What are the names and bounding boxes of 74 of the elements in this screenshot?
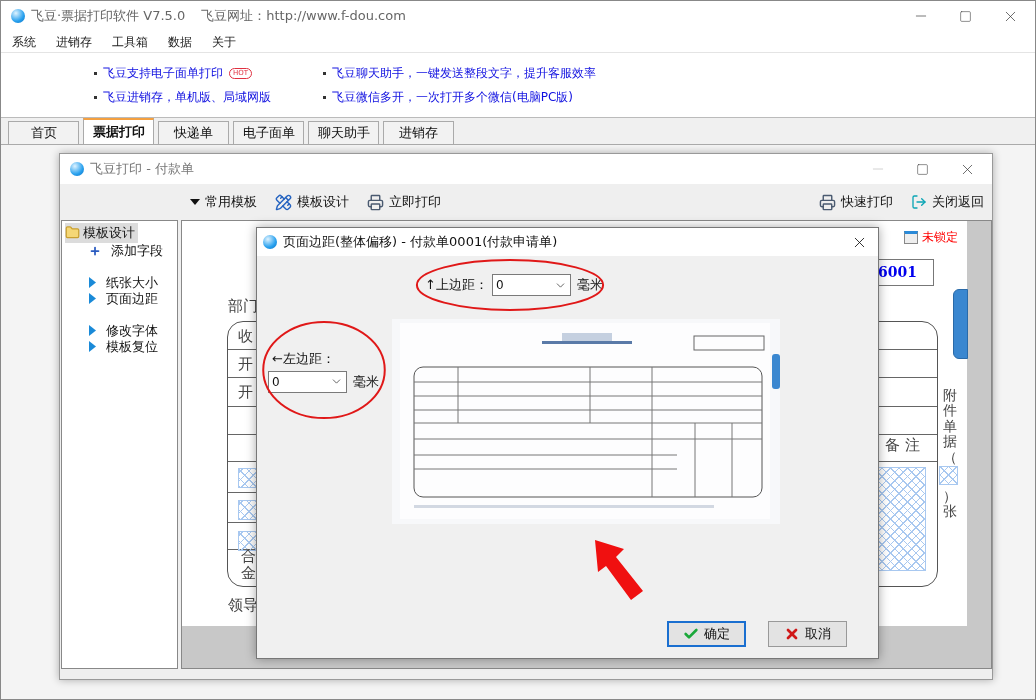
row-label: 收 xyxy=(238,326,253,347)
toolbar-button[interactable]: 立即打印 xyxy=(363,192,445,212)
promo-link[interactable]: 飞豆进销存，单机版、局域网版 xyxy=(103,88,271,106)
tab[interactable]: 快递单 xyxy=(158,121,229,144)
tree-item[interactable]: 页面边距 xyxy=(65,290,177,307)
plus-icon xyxy=(89,244,101,257)
ok-button[interactable]: 确定 xyxy=(667,621,746,647)
lock-status: 未锁定 xyxy=(922,229,958,246)
tab[interactable]: 票据打印 xyxy=(83,118,154,144)
tree-item[interactable]: 添加字段 xyxy=(65,242,177,259)
app-icon xyxy=(70,162,84,176)
hatched-field xyxy=(939,466,958,485)
field-label: 领导 xyxy=(228,595,258,616)
tab[interactable]: 聊天助手 xyxy=(308,121,379,144)
cross-icon xyxy=(784,626,800,642)
field-label: ←左边距： xyxy=(272,351,335,366)
window-icon xyxy=(904,230,918,244)
printer-icon xyxy=(819,193,836,211)
left-margin-select[interactable]: 0 xyxy=(268,370,347,393)
toolbar-button[interactable]: 关闭返回 xyxy=(907,192,988,212)
tree-item[interactable]: 模板复位 xyxy=(65,338,177,355)
attachment-label: 附件单据（ xyxy=(943,388,957,465)
pencil-ruler-icon xyxy=(275,193,292,211)
window-title: 飞豆·票据打印软件 V7.5.0 xyxy=(31,7,186,26)
tab[interactable]: 首页 xyxy=(8,121,79,144)
dropdown-triangle-icon xyxy=(190,199,200,205)
tree-item[interactable]: 模板设计 xyxy=(65,223,138,243)
maximize-icon[interactable] xyxy=(959,9,972,23)
menu-item[interactable]: 进销存 xyxy=(56,32,92,51)
website-label: 飞豆网址：http://www.f-dou.com xyxy=(201,7,406,26)
column-header: 备 注 xyxy=(885,435,920,456)
tab[interactable]: 进销存 xyxy=(383,121,454,144)
pointer-arrow xyxy=(594,539,644,601)
app-icon xyxy=(263,235,277,249)
unit-label: 毫米 xyxy=(576,276,603,295)
menu-item[interactable]: 数据 xyxy=(168,32,192,51)
row-label: 金 xyxy=(241,565,256,582)
promo-link[interactable]: 飞豆聊天助手，一键发送整段文字，提升客服效率 xyxy=(332,64,596,82)
triangle-right-icon xyxy=(89,293,96,304)
toolbar-button[interactable]: 模板设计 xyxy=(271,192,353,212)
top-margin-select[interactable]: 0 xyxy=(491,274,571,296)
field-label: 部门 xyxy=(228,296,258,317)
toolbar-button[interactable]: 常用模板 xyxy=(186,192,261,212)
triangle-right-icon xyxy=(89,341,96,352)
tab[interactable]: 电子面单 xyxy=(233,121,304,144)
printer-icon xyxy=(367,193,384,211)
exit-icon xyxy=(911,194,927,210)
bullet-icon xyxy=(94,95,97,99)
app-icon xyxy=(11,9,25,23)
unit-label: 毫米 xyxy=(353,372,379,391)
triangle-right-icon xyxy=(89,325,96,336)
row-label: 开 xyxy=(238,382,253,403)
row-label: 合 xyxy=(241,548,256,565)
attachment-label: ）张 xyxy=(943,489,957,520)
maximize-icon[interactable] xyxy=(916,162,929,176)
menu-item[interactable]: 关于 xyxy=(212,32,236,51)
window-title: 飞豆打印 - 付款单 xyxy=(90,160,194,179)
menu-item[interactable]: 系统 xyxy=(12,32,36,51)
dialog-title: 页面边距(整体偏移) - 付款单0001(付款申请单) xyxy=(283,233,558,252)
folder-icon xyxy=(65,225,80,241)
bullet-icon xyxy=(323,71,326,75)
toolbar-button[interactable]: 快速打印 xyxy=(815,192,897,212)
tree-item[interactable]: 纸张大小 xyxy=(65,274,177,291)
promo-link[interactable]: 飞豆微信多开，一次打开多个微信(电脑PC版) xyxy=(332,88,573,106)
row-label: 开 xyxy=(238,354,253,375)
field-label: ↑上边距： xyxy=(425,276,488,295)
check-icon xyxy=(683,626,699,642)
bullet-icon xyxy=(323,95,326,99)
bullet-icon xyxy=(94,71,97,75)
promo-link[interactable]: 飞豆支持电子面单打印 xyxy=(103,64,223,82)
triangle-right-icon xyxy=(89,277,96,288)
menu-item[interactable]: 工具箱 xyxy=(112,32,148,51)
tree-item[interactable]: 修改字体 xyxy=(65,322,177,339)
cancel-button[interactable]: 取消 xyxy=(768,621,847,647)
